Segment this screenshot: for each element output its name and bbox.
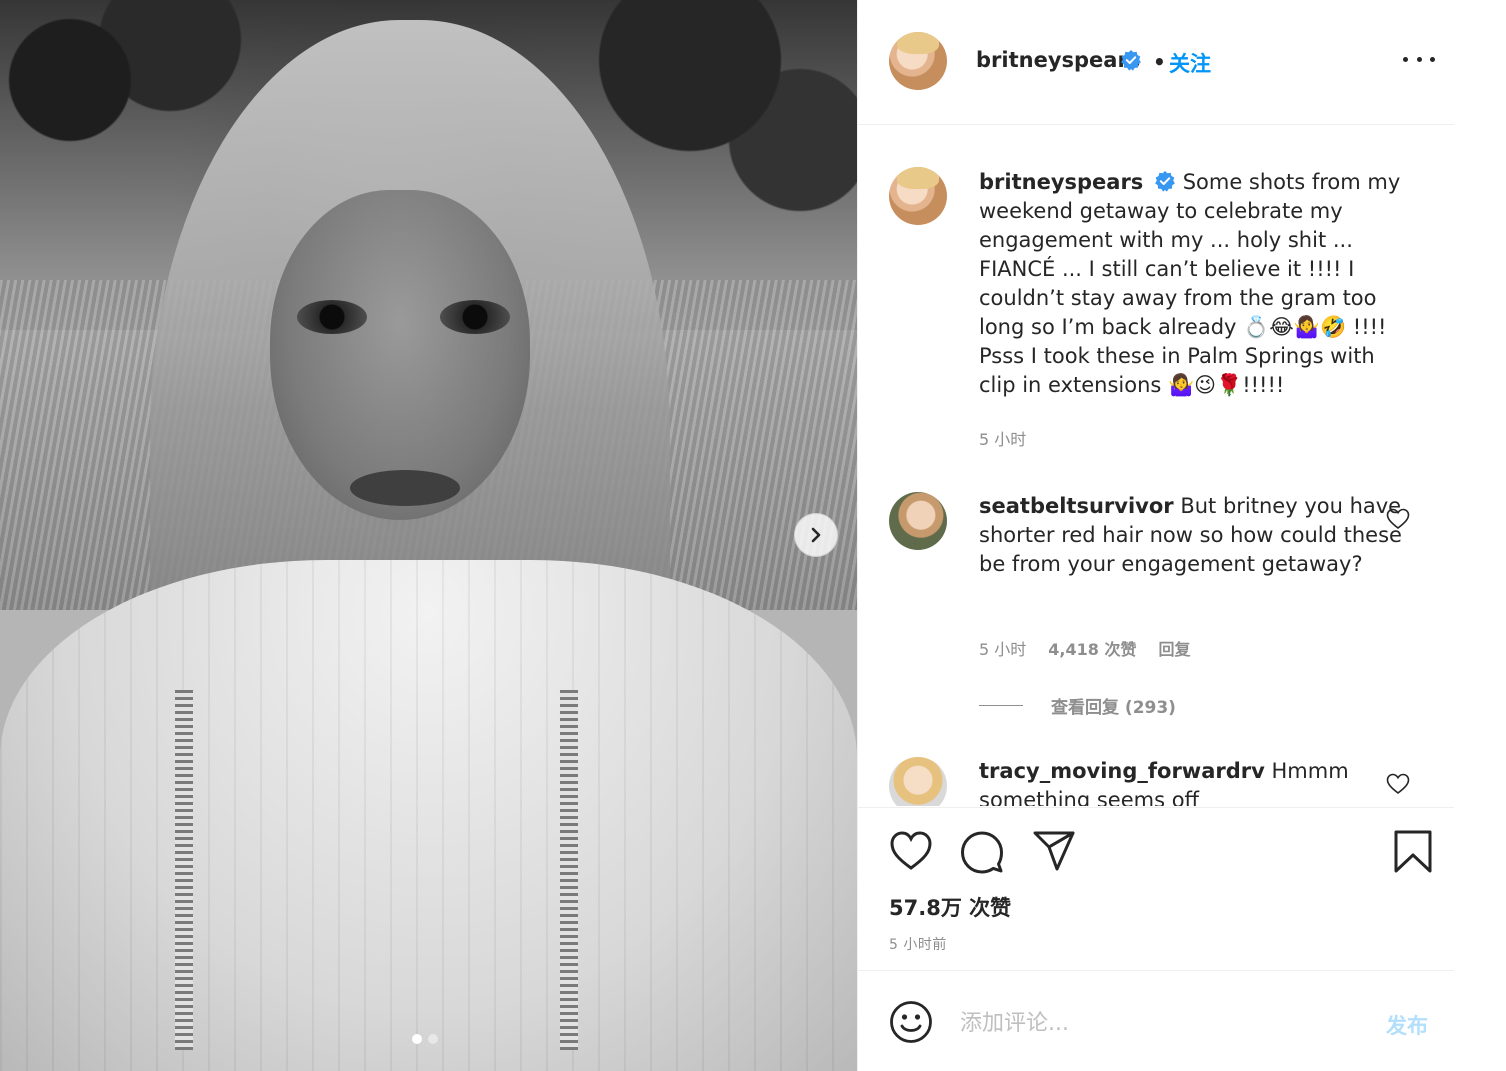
carousel-dot-active	[412, 1034, 422, 1044]
carousel-dot	[428, 1034, 438, 1044]
verified-badge-icon	[1121, 50, 1141, 71]
post-photo	[0, 0, 857, 1071]
commenter-avatar[interactable]	[889, 757, 947, 806]
photo-lace-trim	[560, 690, 578, 1050]
view-replies-label: 查看回复 (293)	[1051, 698, 1176, 718]
comment-like-heart-icon[interactable]	[1386, 508, 1410, 530]
view-replies-line	[979, 705, 1023, 706]
photo-eye-left	[297, 300, 367, 334]
comment-like-heart-icon[interactable]	[1386, 773, 1410, 795]
bookmark-icon[interactable]	[1393, 830, 1433, 874]
post-header: britneyspears • 关注	[858, 0, 1454, 125]
photo-lips	[350, 470, 460, 506]
photo-dress	[0, 560, 857, 1071]
comment-input[interactable]	[960, 1004, 1360, 1042]
emoji-smiley-icon[interactable]	[889, 1000, 933, 1044]
view-replies-button[interactable]: 查看回复 (293)	[979, 693, 1176, 718]
comment-text: seatbeltsurvivor But britney you have sh…	[979, 492, 1409, 579]
comment-like-count[interactable]: 4,418 次赞	[1048, 636, 1136, 660]
caption-body: Some shots from my weekend getaway to ce…	[979, 170, 1401, 397]
post-actions: 57.8万 次赞 5 小时前	[858, 807, 1454, 971]
comment-text: tracy_moving_forwardrv Hmmm something se…	[979, 757, 1409, 806]
commenter-avatar[interactable]	[889, 492, 947, 550]
chevron-right-icon	[811, 527, 821, 543]
caption-username[interactable]: britneyspears	[979, 170, 1143, 194]
carousel-next-button[interactable]	[794, 513, 838, 557]
post-side-panel: britneyspears • 关注 britneyspears Some sh…	[857, 0, 1454, 1071]
author-avatar[interactable]	[889, 167, 947, 225]
paper-plane-icon[interactable]	[1032, 830, 1076, 872]
post-comment-button[interactable]: 发布	[1386, 1010, 1428, 1040]
comment-composer: 发布	[858, 972, 1454, 1071]
post-timestamp[interactable]: 5 小时前	[889, 934, 947, 954]
comment-meta: 5 小时 4,418 次赞 回复	[979, 636, 1190, 660]
follow-button[interactable]: 关注	[1169, 48, 1211, 78]
carousel-indicator	[412, 1034, 438, 1044]
post-like-count[interactable]: 57.8万 次赞	[889, 892, 1011, 922]
photo-eye-right	[440, 300, 510, 334]
caption-meta: 5 小时	[979, 426, 1026, 450]
more-options-icon[interactable]	[1403, 48, 1435, 70]
heart-icon[interactable]	[889, 830, 933, 872]
commenter-username[interactable]: seatbeltsurvivor	[979, 494, 1174, 518]
comment-timestamp: 5 小时	[979, 640, 1027, 659]
comment-bubble-icon[interactable]	[960, 830, 1004, 874]
verified-badge-icon	[1155, 171, 1175, 192]
caption-text: britneyspears Some shots from my weekend…	[979, 168, 1414, 400]
comment-reply-button[interactable]: 回复	[1158, 636, 1190, 660]
commenter-username[interactable]: tracy_moving_forwardrv	[979, 759, 1265, 783]
photo-lace-trim	[175, 690, 193, 1050]
header-separator: •	[1153, 50, 1166, 74]
comments-list[interactable]: britneyspears Some shots from my weekend…	[858, 126, 1454, 806]
author-username[interactable]: britneyspears	[976, 48, 1140, 72]
author-avatar[interactable]	[889, 32, 947, 90]
caption-timestamp: 5 小时	[979, 430, 1027, 449]
